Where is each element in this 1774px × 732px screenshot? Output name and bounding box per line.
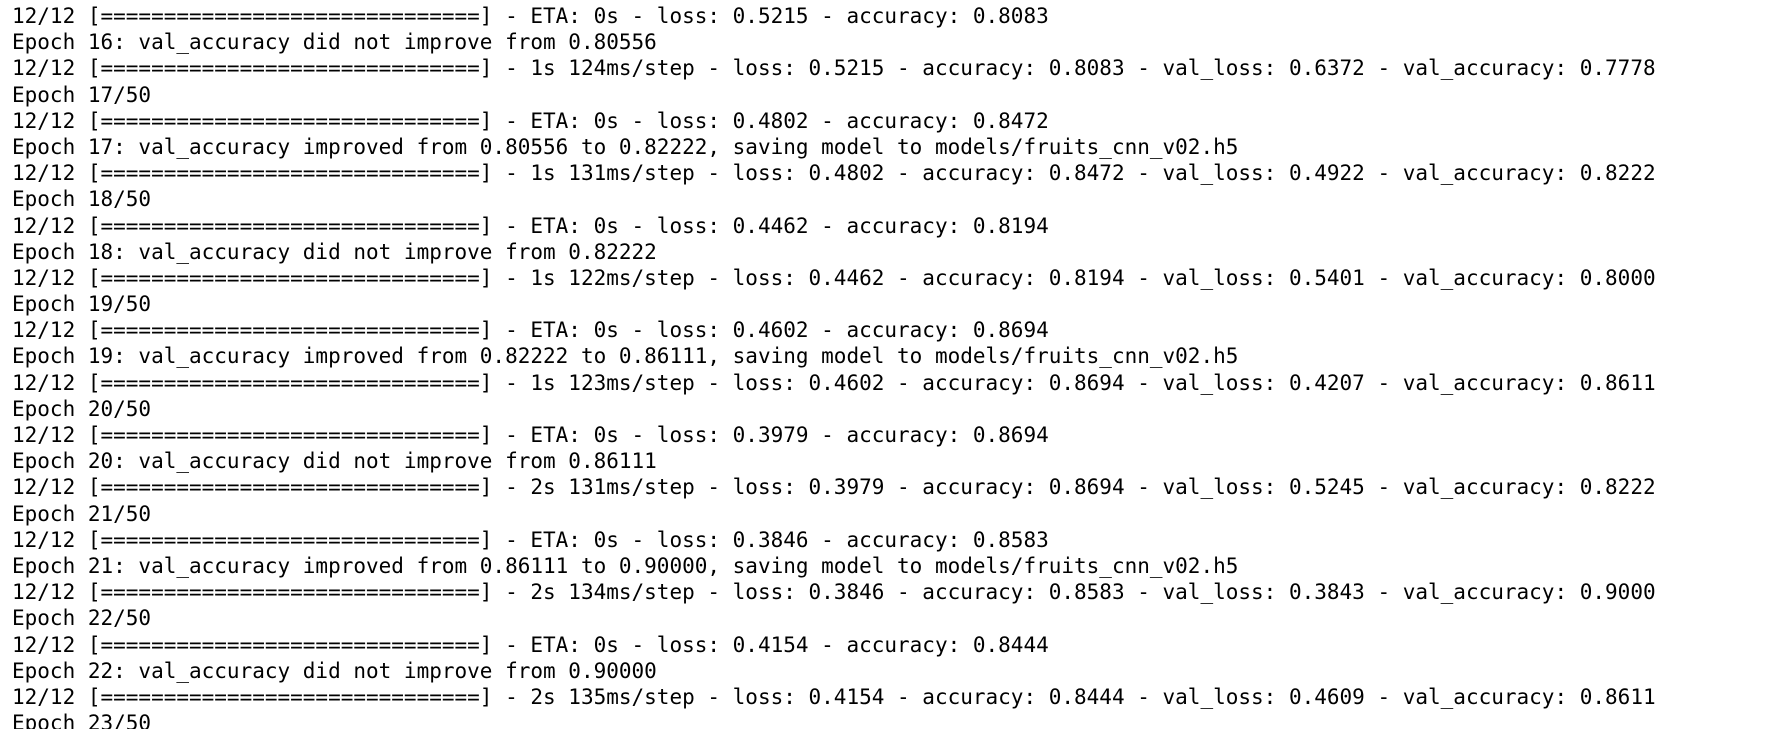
progress-line: 12/12 [==============================] -… [12, 423, 1049, 447]
checkpoint-line: Epoch 16: val_accuracy did not improve f… [12, 30, 657, 55]
checkpoint-line: Epoch 17: val_accuracy improved from 0.8… [12, 134, 1239, 159]
epoch-header-line: Epoch 19/50 [12, 292, 152, 317]
progress-line: 12/12 [==============================] -… [12, 632, 1049, 657]
progress-line: 12/12 [==============================] -… [12, 318, 1049, 343]
progress-line: 12/12 [==============================] -… [12, 108, 1049, 133]
checkpoint-line: Epoch 22: val_accuracy did not improve f… [12, 658, 657, 683]
epoch-summary-line: 12/12 [==============================] -… [12, 370, 1656, 395]
terminal-output[interactable]: 12/12 [==============================] -… [12, 3, 1762, 729]
epoch-header-line: Epoch 22/50 [12, 606, 152, 631]
epoch-summary-line: 12/12 [==============================] -… [12, 684, 1656, 709]
epoch-header-line: Epoch 18/50 [12, 187, 152, 212]
epoch-header-line: Epoch 17/50 [12, 82, 152, 107]
checkpoint-line: Epoch 21: val_accuracy improved from 0.8… [12, 553, 1239, 578]
epoch-summary-line: 12/12 [==============================] -… [12, 475, 1656, 500]
epoch-header-line: Epoch 20/50 [12, 396, 152, 421]
checkpoint-line: Epoch 20: val_accuracy did not improve f… [12, 449, 657, 474]
checkpoint-line: Epoch 19: val_accuracy improved from 0.8… [12, 344, 1239, 369]
progress-line: 12/12 [==============================] -… [12, 527, 1049, 552]
epoch-header-line: Epoch 21/50 [12, 501, 152, 526]
epoch-summary-line: 12/12 [==============================] -… [12, 161, 1656, 186]
epoch-summary-line: 12/12 [==============================] -… [12, 580, 1656, 605]
progress-line: 12/12 [==============================] -… [12, 4, 1049, 28]
progress-line: 12/12 [==============================] -… [12, 213, 1049, 238]
epoch-summary-line: 12/12 [==============================] -… [12, 265, 1656, 290]
checkpoint-line: Epoch 18: val_accuracy did not improve f… [12, 239, 657, 264]
epoch-header-line: Epoch 23/50 [12, 711, 152, 729]
epoch-summary-line: 12/12 [==============================] -… [12, 56, 1656, 81]
